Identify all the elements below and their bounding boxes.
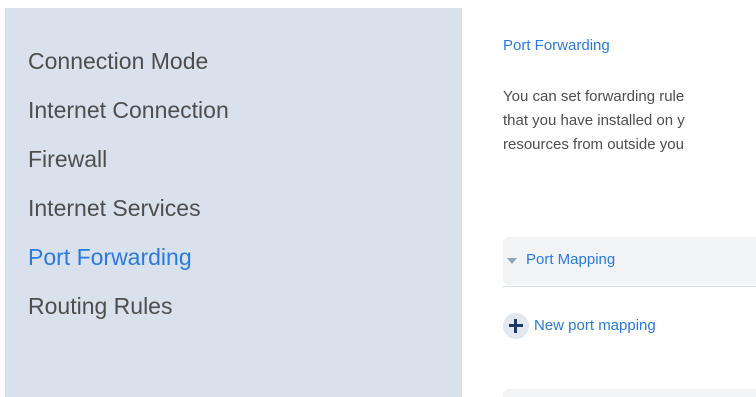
main-content: Port Forwarding You can set forwarding r… — [503, 0, 756, 397]
sidebar-item-routing-rules[interactable]: Routing Rules — [28, 293, 229, 342]
port-mapping-panel-toggle[interactable]: Port Mapping — [503, 237, 756, 285]
section-title: Port Forwarding — [503, 37, 610, 54]
divider — [503, 286, 756, 287]
sidebar-nav: Connection Mode Internet Connection Fire… — [28, 48, 229, 342]
caret-down-icon — [507, 258, 517, 264]
sidebar-item-port-forwarding[interactable]: Port Forwarding — [28, 244, 229, 293]
sidebar-item-connection-mode[interactable]: Connection Mode — [28, 48, 229, 97]
section-description: You can set forwarding rule that you hav… — [503, 85, 756, 157]
new-port-mapping-label: New port mapping — [534, 317, 656, 334]
panel-footer — [503, 389, 756, 397]
plus-circle-icon — [503, 313, 529, 339]
page: Connection Mode Internet Connection Fire… — [0, 0, 756, 397]
sidebar-item-internet-services[interactable]: Internet Services — [28, 195, 229, 244]
description-line: You can set forwarding rule — [503, 88, 685, 105]
sidebar: Connection Mode Internet Connection Fire… — [5, 8, 462, 397]
description-line: resources from outside you — [503, 136, 684, 153]
description-line: that you have installed on y — [503, 112, 685, 129]
port-mapping-panel-label: Port Mapping — [526, 251, 616, 268]
sidebar-item-internet-connection[interactable]: Internet Connection — [28, 97, 229, 146]
sidebar-item-firewall[interactable]: Firewall — [28, 146, 229, 195]
